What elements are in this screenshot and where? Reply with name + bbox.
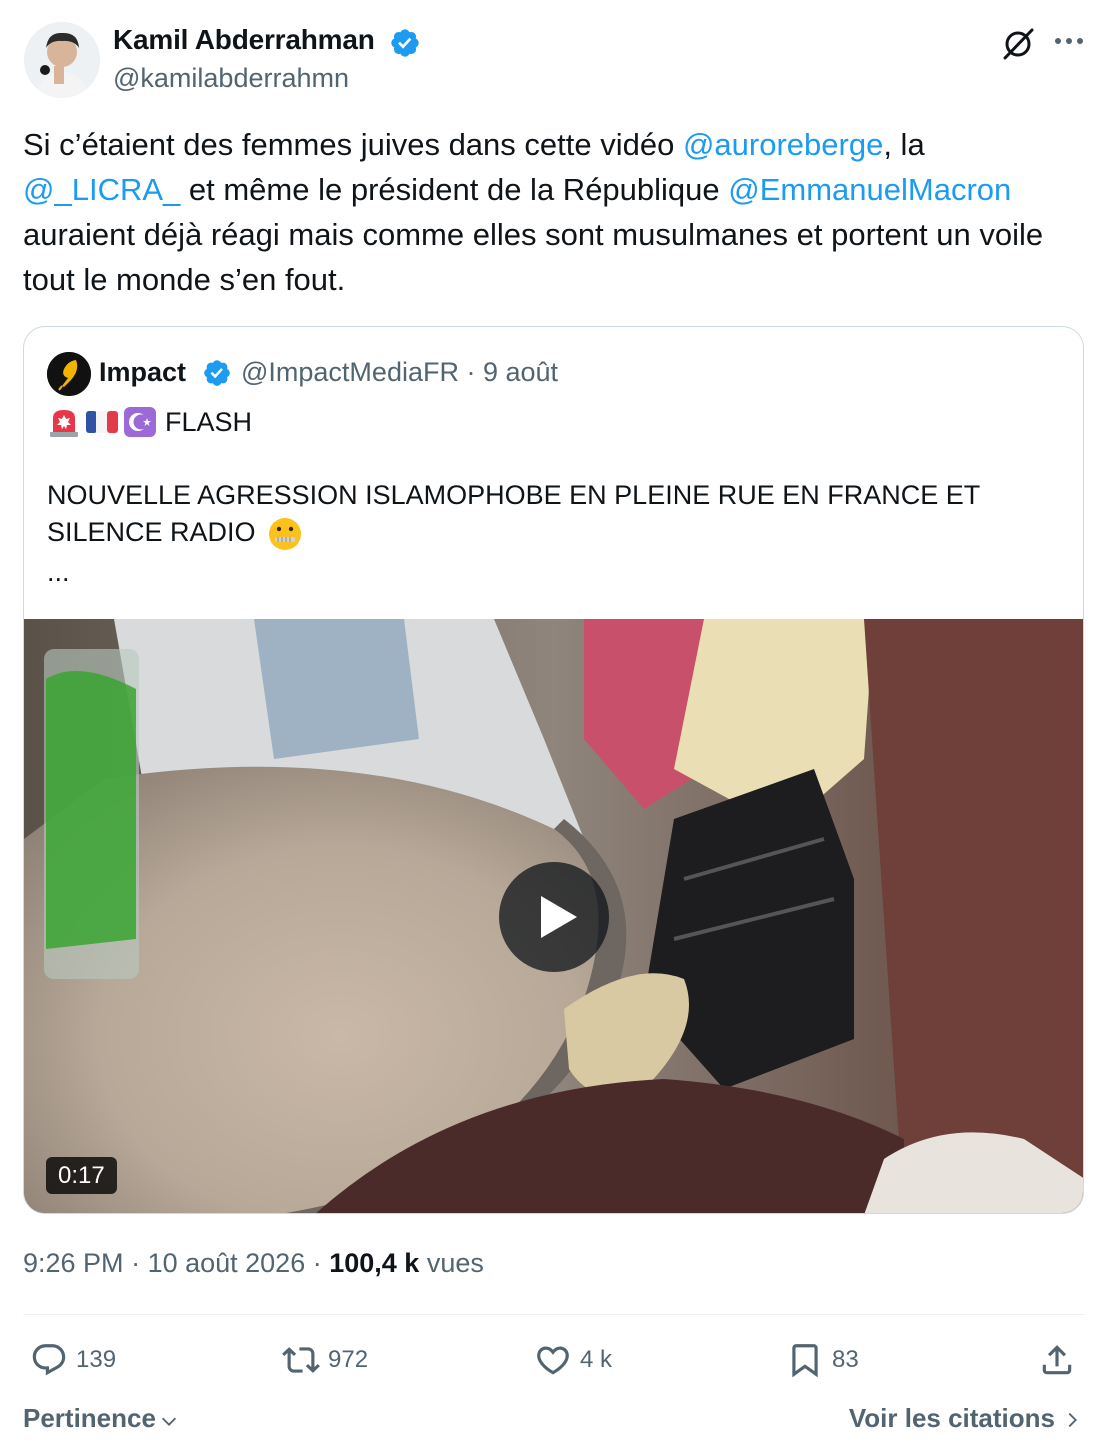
reply-count: 139 — [76, 1346, 117, 1373]
verified-badge-icon[interactable] — [389, 27, 421, 59]
author-handle[interactable]: @kamilabderrahmn — [113, 63, 349, 94]
quoted-author-name[interactable]: Impact — [99, 357, 186, 388]
tweet-text-segment: Si c’étaient des femmes juives dans cett… — [23, 127, 683, 162]
reply-icon — [32, 1344, 66, 1376]
tweet-date[interactable]: 10 août 2026 — [148, 1248, 306, 1278]
quoted-body-text: NOUVELLE AGRESSION ISLAMOPHOBE EN PLEINE… — [47, 480, 980, 547]
separator-dot: · — [458, 357, 483, 387]
quill-logo-icon — [47, 352, 91, 396]
views-count: 100,4 k — [329, 1248, 420, 1278]
quoted-ellipsis: ... — [47, 557, 70, 587]
views-label: vues — [426, 1248, 484, 1278]
separator-dot: · — [305, 1248, 330, 1278]
star-crescent-emoji-icon — [124, 407, 156, 437]
sort-label: Pertinence — [23, 1403, 156, 1433]
mention-link[interactable]: @EmmanuelMacron — [728, 172, 1011, 207]
flash-label: FLASH — [165, 407, 253, 437]
bookmark-button[interactable]: 83 — [786, 1338, 859, 1382]
view-quotes-link[interactable]: Voir les citations — [849, 1403, 1083, 1434]
tweet-text: Si c’étaient des femmes juives dans cett… — [23, 122, 1073, 302]
tweet-meta: 9:26 PM · 10 août 2026 · 100,4 k vues — [23, 1248, 484, 1279]
repost-button[interactable]: 972 — [282, 1338, 368, 1382]
mention-link[interactable]: @_LICRA_ — [23, 172, 180, 207]
tweet-text-segment: et même le président de la République — [180, 172, 729, 207]
share-button[interactable] — [1038, 1338, 1084, 1382]
quoted-handle: @ImpactMediaFR — [241, 357, 459, 387]
chevron-right-icon — [1068, 1412, 1077, 1428]
quoted-meta: @ImpactMediaFR · 9 août — [241, 357, 558, 388]
author-avatar[interactable] — [24, 22, 100, 98]
france-flag-icon — [86, 411, 118, 433]
quoted-date[interactable]: 9 août — [483, 357, 558, 387]
zipper-mouth-face-icon — [269, 517, 302, 550]
like-button[interactable]: 4 k — [534, 1338, 612, 1382]
view-quotes-label: Voir les citations — [848, 1403, 1055, 1433]
quoted-avatar[interactable] — [47, 352, 91, 396]
video-player[interactable]: 0:17 — [24, 619, 1083, 1213]
chevron-down-icon — [161, 1417, 177, 1426]
play-icon — [541, 896, 577, 938]
tweet-time[interactable]: 9:26 PM — [23, 1248, 124, 1278]
sort-dropdown[interactable]: Pertinence — [23, 1403, 180, 1434]
play-button[interactable] — [499, 862, 609, 972]
like-count: 4 k — [580, 1346, 613, 1373]
grok-icon[interactable] — [998, 24, 1038, 64]
bookmark-icon — [792, 1344, 818, 1378]
bookmark-count: 83 — [832, 1346, 859, 1373]
divider — [23, 1314, 1085, 1315]
reply-button[interactable]: 139 — [30, 1338, 116, 1382]
repost-icon — [282, 1347, 320, 1373]
video-duration-badge: 0:17 — [46, 1157, 117, 1194]
tweet-text-segment: auraient déjà réagi mais comme elles son… — [23, 217, 1044, 297]
repost-count: 972 — [328, 1346, 369, 1373]
mention-link[interactable]: @auroreberge — [683, 127, 883, 162]
separator-dot: · — [123, 1248, 148, 1278]
quoted-tweet-card[interactable]: Impact @ImpactMediaFR · 9 août FLASH NOU… — [23, 326, 1084, 1214]
author-name[interactable]: Kamil Abderrahman — [113, 24, 375, 56]
quoted-body: NOUVELLE AGRESSION ISLAMOPHOBE EN PLEINE… — [47, 477, 1047, 551]
avatar-image — [24, 22, 100, 98]
heart-icon — [537, 1346, 569, 1375]
share-icon — [1042, 1345, 1072, 1375]
quoted-flash-line: FLASH — [47, 405, 252, 439]
tweet-text-segment: , la — [883, 127, 925, 162]
verified-badge-icon — [204, 360, 230, 386]
siren-emoji-icon — [50, 410, 78, 437]
more-options-icon[interactable] — [1050, 30, 1088, 52]
